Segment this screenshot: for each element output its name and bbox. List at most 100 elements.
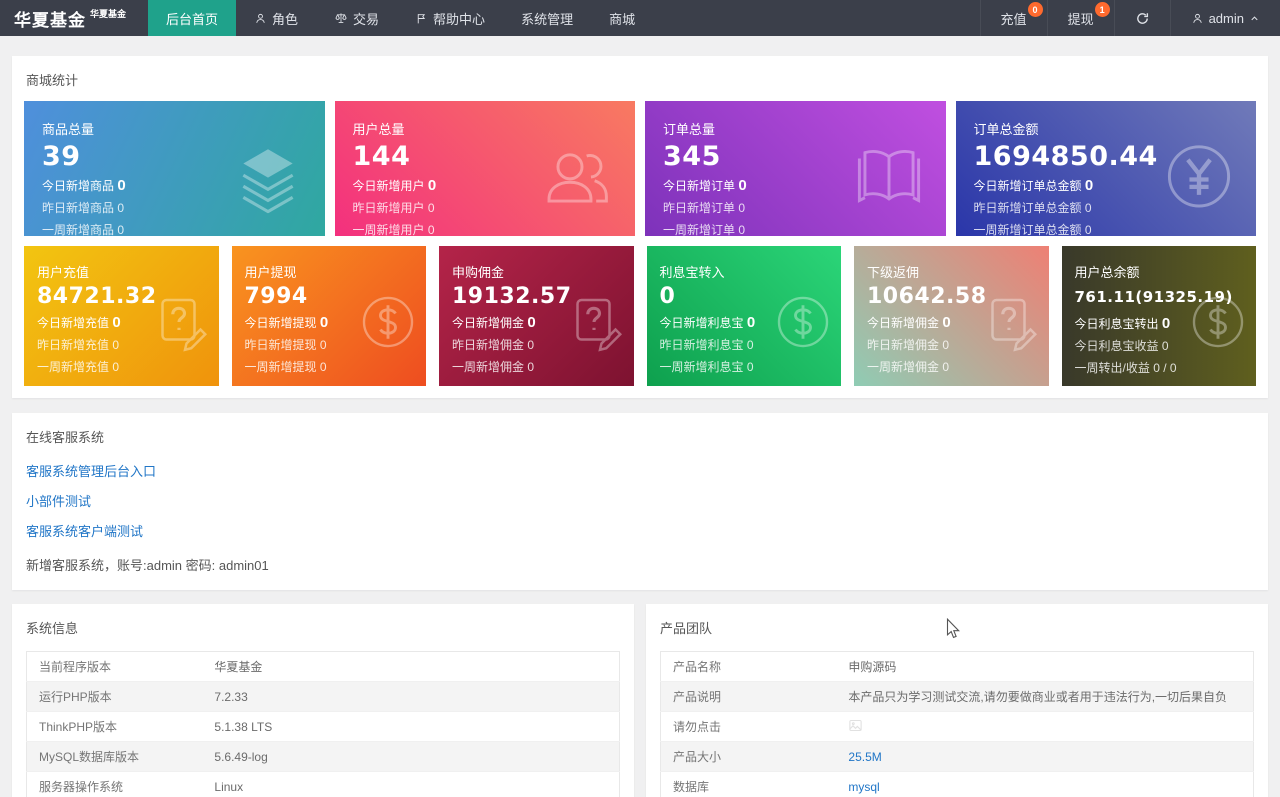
- table-row: 数据库 mysql: [660, 771, 1254, 797]
- nav-item-help-center[interactable]: 帮助中心: [397, 0, 503, 36]
- nav-item-dashboard[interactable]: 后台首页: [148, 0, 237, 36]
- online-service-panel: 在线客服系统 客服系统管理后台入口 小部件测试 客服系统客户端测试 新增客服系统…: [12, 413, 1268, 590]
- service-admin-entry-link[interactable]: 客服系统管理后台入口: [26, 461, 1254, 480]
- card-line: 一周新增商品 0: [42, 223, 125, 236]
- product-size-link[interactable]: 25.5M: [848, 750, 881, 764]
- card-line: 一周新增用户 0: [352, 223, 435, 236]
- table-row: 产品说明 本产品只为学习测试交流,请勿要做商业或者用于违法行为,一切后果自负: [660, 681, 1254, 712]
- table-row: 服务器操作系统 Linux: [26, 771, 620, 797]
- table-row: 请勿点击: [660, 711, 1254, 742]
- file-question-icon: [981, 292, 1041, 352]
- top-navbar: 华夏基金 华夏基金 后台首页 角色 交易 帮助中心 系统管理 商城 充值 0 提…: [0, 0, 1280, 36]
- refresh-button[interactable]: [1113, 0, 1170, 36]
- card-line: 一周新增利息宝 0: [659, 360, 754, 374]
- main-menu: 后台首页 角色 交易 帮助中心 系统管理 商城: [148, 0, 653, 36]
- card-line: 一周新增佣金 0: [867, 360, 950, 374]
- nav-item-trade[interactable]: 交易: [316, 0, 397, 36]
- card-line: 一周新增提现 0: [244, 360, 327, 374]
- card-title: 利息宝转入: [659, 265, 725, 280]
- layers-icon: [231, 139, 305, 213]
- mall-stats-title: 商城统计: [26, 73, 79, 88]
- card-line: 一周转出/收益 0 / 0: [1074, 361, 1177, 375]
- service-account-note: 新增客服系统，账号:admin 密码: admin01: [26, 558, 269, 573]
- stat-card-user-recharge: 用户充值 84721.32 今日新增充值 0 昨日新增充值 0 一周新增充值 0: [24, 246, 219, 386]
- nav-item-label: 后台首页: [166, 11, 219, 27]
- stat-card-subordinate-rebate: 下级返佣 10642.58 今日新增佣金 0 昨日新增佣金 0 一周新增佣金 0: [854, 246, 1049, 386]
- card-title: 申购佣金: [452, 265, 505, 280]
- stat-card-user-total: 用户总量 144 今日新增用户 0 昨日新增用户 0 一周新增用户 0: [334, 101, 635, 236]
- product-team-title: 产品团队: [660, 621, 713, 636]
- widget-test-link[interactable]: 小部件测试: [26, 491, 1254, 510]
- small-stat-cards: 用户充值 84721.32 今日新增充值 0 昨日新增充值 0 一周新增充值 0…: [12, 236, 1268, 386]
- nav-item-system-management[interactable]: 系统管理: [503, 0, 591, 36]
- card-title: 订单总量: [663, 122, 716, 137]
- product-team-table: 产品名称 申购源码 产品说明 本产品只为学习测试交流,请勿要做商业或者用于违法行…: [660, 651, 1254, 797]
- online-service-title: 在线客服系统: [26, 430, 105, 445]
- table-row: MySQL数据库版本 5.6.49-log: [26, 741, 620, 772]
- table-row: ThinkPHP版本 5.1.38 LTS: [26, 711, 620, 742]
- system-info-table: 当前程序版本 华夏基金 运行PHP版本 7.2.33 ThinkPHP版本 5.…: [26, 651, 620, 797]
- big-stat-cards: 商品总量 39 今日新增商品 0 昨日新增商品 0 一周新增商品 0 用户总量 …: [12, 89, 1268, 236]
- nav-item-label: 帮助中心: [433, 11, 486, 27]
- card-title: 用户总余额: [1074, 265, 1140, 280]
- recharge-button[interactable]: 充值 0: [979, 0, 1047, 36]
- scales-icon: [334, 11, 348, 25]
- nav-item-label: 交易: [353, 11, 380, 27]
- card-line: 一周新增订单 0: [663, 223, 746, 236]
- card-line: 一周新增订单总金额 0: [973, 223, 1092, 236]
- recharge-badge: 0: [1027, 2, 1043, 17]
- card-line: 一周新增充值 0: [37, 360, 120, 374]
- service-client-test-link[interactable]: 客服系统客户端测试: [26, 521, 1254, 540]
- bottom-panels: 系统信息 当前程序版本 华夏基金 运行PHP版本 7.2.33 ThinkPHP…: [12, 604, 1268, 797]
- brand-sup-text: 华夏基金: [90, 8, 127, 19]
- table-row: 产品大小 25.5M: [660, 741, 1254, 772]
- broken-image-icon: [848, 718, 863, 736]
- nav-item-label: 角色: [272, 11, 299, 27]
- stat-card-order-amount-total: 订单总金额 1694850.44 今日新增订单总金额 0 昨日新增订单总金额 0…: [955, 101, 1256, 236]
- dollar-circle-icon: [358, 292, 418, 352]
- chevron-up-icon: [1249, 13, 1260, 24]
- admin-menu[interactable]: admin: [1169, 0, 1280, 36]
- card-title: 下级返佣: [867, 265, 920, 280]
- yen-circle-icon: [1162, 139, 1236, 213]
- users-icon: [541, 139, 615, 213]
- brand-text: 华夏基金: [14, 10, 86, 30]
- stat-card-product-total: 商品总量 39 今日新增商品 0 昨日新增商品 0 一周新增商品 0: [24, 101, 325, 236]
- stat-card-user-total-balance: 用户总余额 761.11(91325.19) 今日利息宝转出 0 今日利息宝收益…: [1061, 246, 1256, 386]
- stat-card-interest-transfer-in: 利息宝转入 0 今日新增利息宝 0 昨日新增利息宝 0 一周新增利息宝 0: [646, 246, 841, 386]
- flag-icon: [415, 12, 428, 25]
- database-link[interactable]: mysql: [848, 780, 879, 794]
- withdraw-button[interactable]: 提现 1: [1046, 0, 1114, 36]
- refresh-icon: [1135, 11, 1150, 26]
- brand-logo[interactable]: 华夏基金 华夏基金: [0, 0, 148, 36]
- table-row: 产品名称 申购源码: [660, 651, 1254, 682]
- card-title: 用户提现: [244, 265, 297, 280]
- nav-item-mall[interactable]: 商城: [591, 0, 653, 36]
- system-info-panel: 系统信息 当前程序版本 华夏基金 运行PHP版本 7.2.33 ThinkPHP…: [12, 604, 634, 797]
- nav-item-roles[interactable]: 角色: [236, 0, 316, 36]
- user-icon: [254, 12, 267, 25]
- product-team-panel: 产品团队 产品名称 申购源码 产品说明 本产品只为学习测试交流,请勿要做商业或者…: [646, 604, 1268, 797]
- open-book-icon: [852, 139, 926, 213]
- dollar-circle-icon: [1188, 292, 1248, 352]
- nav-item-label: 系统管理: [521, 11, 574, 27]
- navbar-right: 充值 0 提现 1 admin: [979, 0, 1280, 36]
- card-title: 用户充值: [37, 265, 90, 280]
- card-title: 用户总量: [352, 122, 405, 137]
- card-title: 商品总量: [42, 122, 95, 137]
- admin-username: admin: [1208, 10, 1244, 26]
- service-links: 客服系统管理后台入口 小部件测试 客服系统客户端测试: [12, 446, 1268, 540]
- dollar-circle-icon: [773, 292, 833, 352]
- stat-card-order-total: 订单总量 345 今日新增订单 0 昨日新增订单 0 一周新增订单 0: [645, 101, 946, 236]
- withdraw-badge: 1: [1094, 2, 1110, 17]
- table-row: 当前程序版本 华夏基金: [26, 651, 620, 682]
- card-title: 订单总金额: [973, 122, 1039, 137]
- card-line: 一周新增佣金 0: [452, 360, 535, 374]
- stat-card-purchase-commission: 申购佣金 19132.57 今日新增佣金 0 昨日新增佣金 0 一周新增佣金 0: [439, 246, 634, 386]
- mall-stats-panel: 商城统计 商品总量 39 今日新增商品 0 昨日新增商品 0 一周新增商品 0 …: [12, 56, 1268, 398]
- file-question-icon: [151, 292, 211, 352]
- table-row: 运行PHP版本 7.2.33: [26, 681, 620, 712]
- user-icon: [1191, 12, 1204, 25]
- system-info-title: 系统信息: [26, 621, 79, 636]
- nav-item-label: 商城: [609, 11, 636, 27]
